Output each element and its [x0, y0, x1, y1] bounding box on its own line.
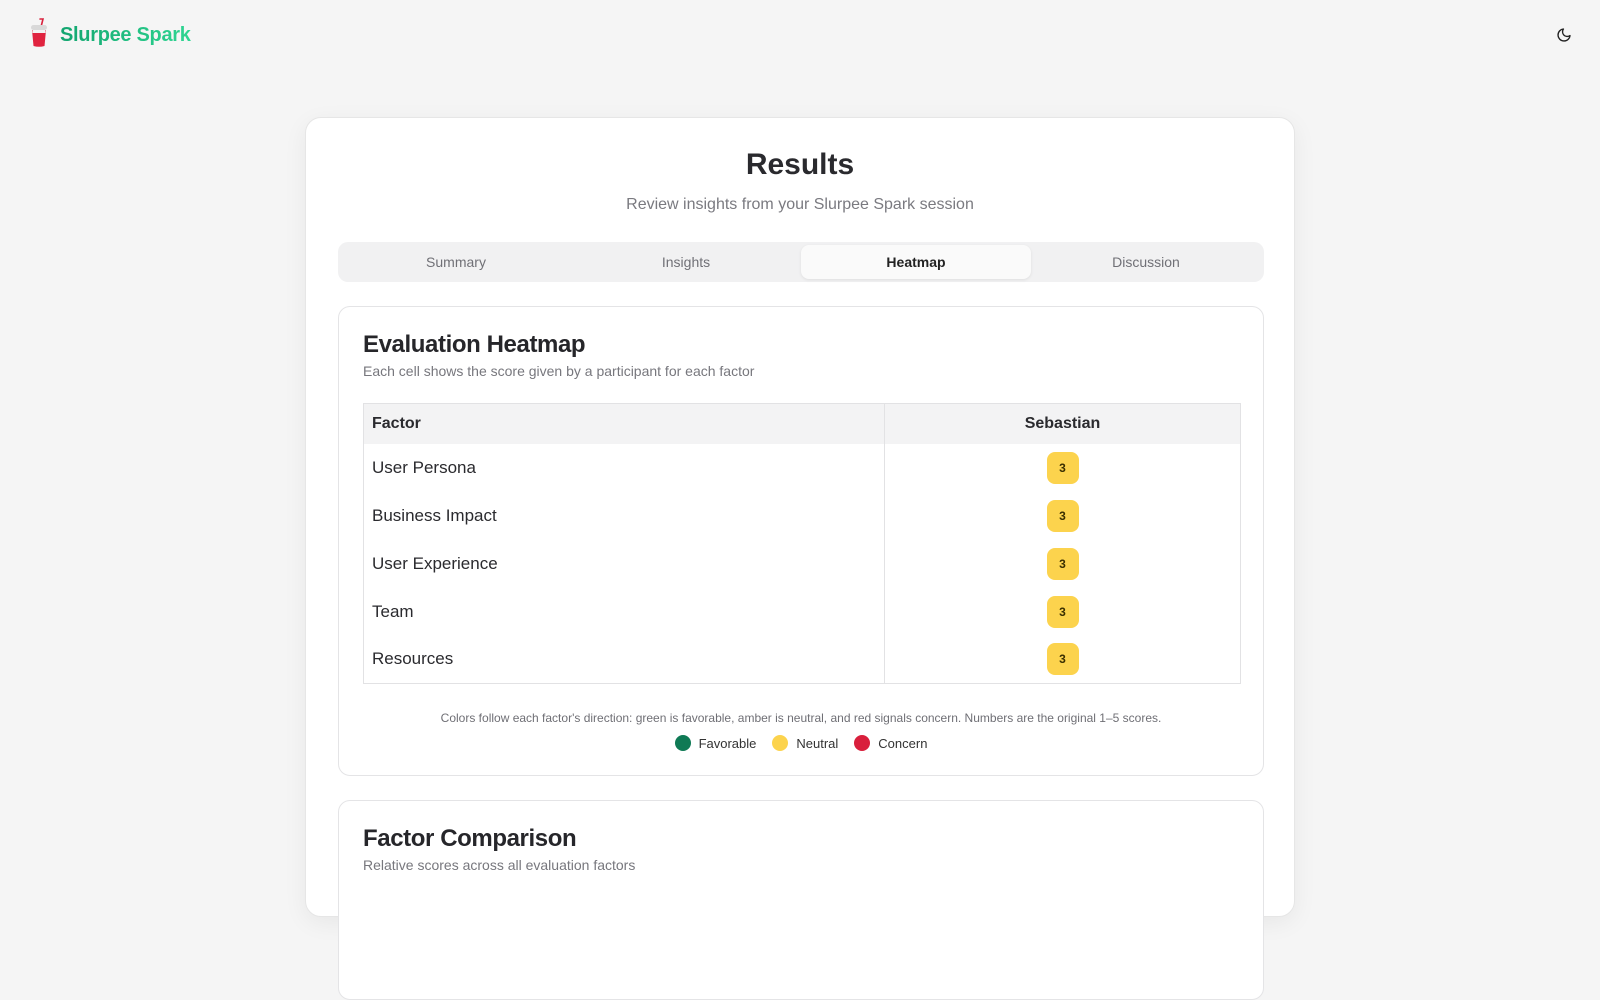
legend-item-concern: Concern [854, 735, 927, 751]
favorable-dot-icon [674, 735, 691, 751]
participant-column-header: Sebastian [884, 403, 1241, 444]
tab-heatmap[interactable]: Heatmap [801, 245, 1031, 279]
tab-summary[interactable]: Summary [341, 245, 571, 279]
tab-insights[interactable]: Insights [571, 245, 801, 279]
page-title: Results [745, 148, 855, 181]
legend-label: Neutral [796, 735, 839, 751]
table-row: Team 3 [363, 587, 1241, 636]
heatmap-table: Factor Sebastian User Persona 3 Business… [363, 403, 1241, 684]
factor-label: Business Impact [363, 491, 885, 540]
legend-label: Favorable [698, 735, 757, 751]
evaluation-heatmap-panel: Evaluation Heatmap Each cell shows the s… [338, 306, 1264, 776]
results-card: Results Review insights from your Slurpe… [305, 117, 1295, 1000]
score-badge: 3 [1046, 643, 1079, 676]
slurpee-cup-icon [28, 17, 50, 53]
heatmap-legend-note: Colors follow each factor's direction: g… [440, 711, 1162, 725]
score-badge: 3 [1046, 499, 1079, 532]
neutral-dot-icon [772, 735, 789, 751]
page-subtitle: Review insights from your Slurpee Spark … [626, 196, 974, 213]
heatmap-legend: Favorable Neutral Concern [339, 735, 1263, 751]
legend-item-favorable: Favorable [674, 735, 757, 751]
factor-column-header: Factor [363, 403, 885, 444]
moon-icon [1556, 27, 1572, 46]
score-badge: 3 [1046, 451, 1079, 484]
score-badge: 3 [1046, 595, 1079, 628]
table-row: Resources 3 [363, 635, 1241, 684]
heatmap-title: Evaluation Heatmap [363, 331, 586, 358]
tab-discussion[interactable]: Discussion [1031, 245, 1261, 279]
factor-label: User Experience [363, 539, 885, 588]
factor-label: User Persona [363, 443, 885, 492]
concern-dot-icon [854, 735, 871, 751]
table-row: Business Impact 3 [363, 491, 1241, 540]
heatmap-description: Each cell shows the score given by a par… [363, 363, 755, 379]
brand-name: Slurpee Spark [60, 23, 191, 46]
factor-label: Resources [363, 635, 885, 684]
brand-link[interactable]: Slurpee Spark [28, 17, 191, 53]
legend-item-neutral: Neutral [772, 735, 838, 751]
table-row: User Experience 3 [363, 539, 1241, 588]
theme-toggle-button[interactable] [1548, 20, 1580, 52]
factor-comparison-panel: Factor Comparison Relative scores across… [338, 800, 1264, 1000]
table-row: User Persona 3 [363, 443, 1241, 492]
results-tabs: Summary Insights Heatmap Discussion [338, 242, 1264, 282]
legend-label: Concern [878, 735, 928, 751]
comparison-title: Factor Comparison [363, 825, 577, 852]
factor-label: Team [363, 587, 885, 636]
top-bar: Slurpee Spark [0, 0, 1600, 72]
comparison-description: Relative scores across all evaluation fa… [363, 857, 636, 873]
score-badge: 3 [1046, 547, 1079, 580]
heatmap-header-row: Factor Sebastian [363, 403, 1241, 444]
